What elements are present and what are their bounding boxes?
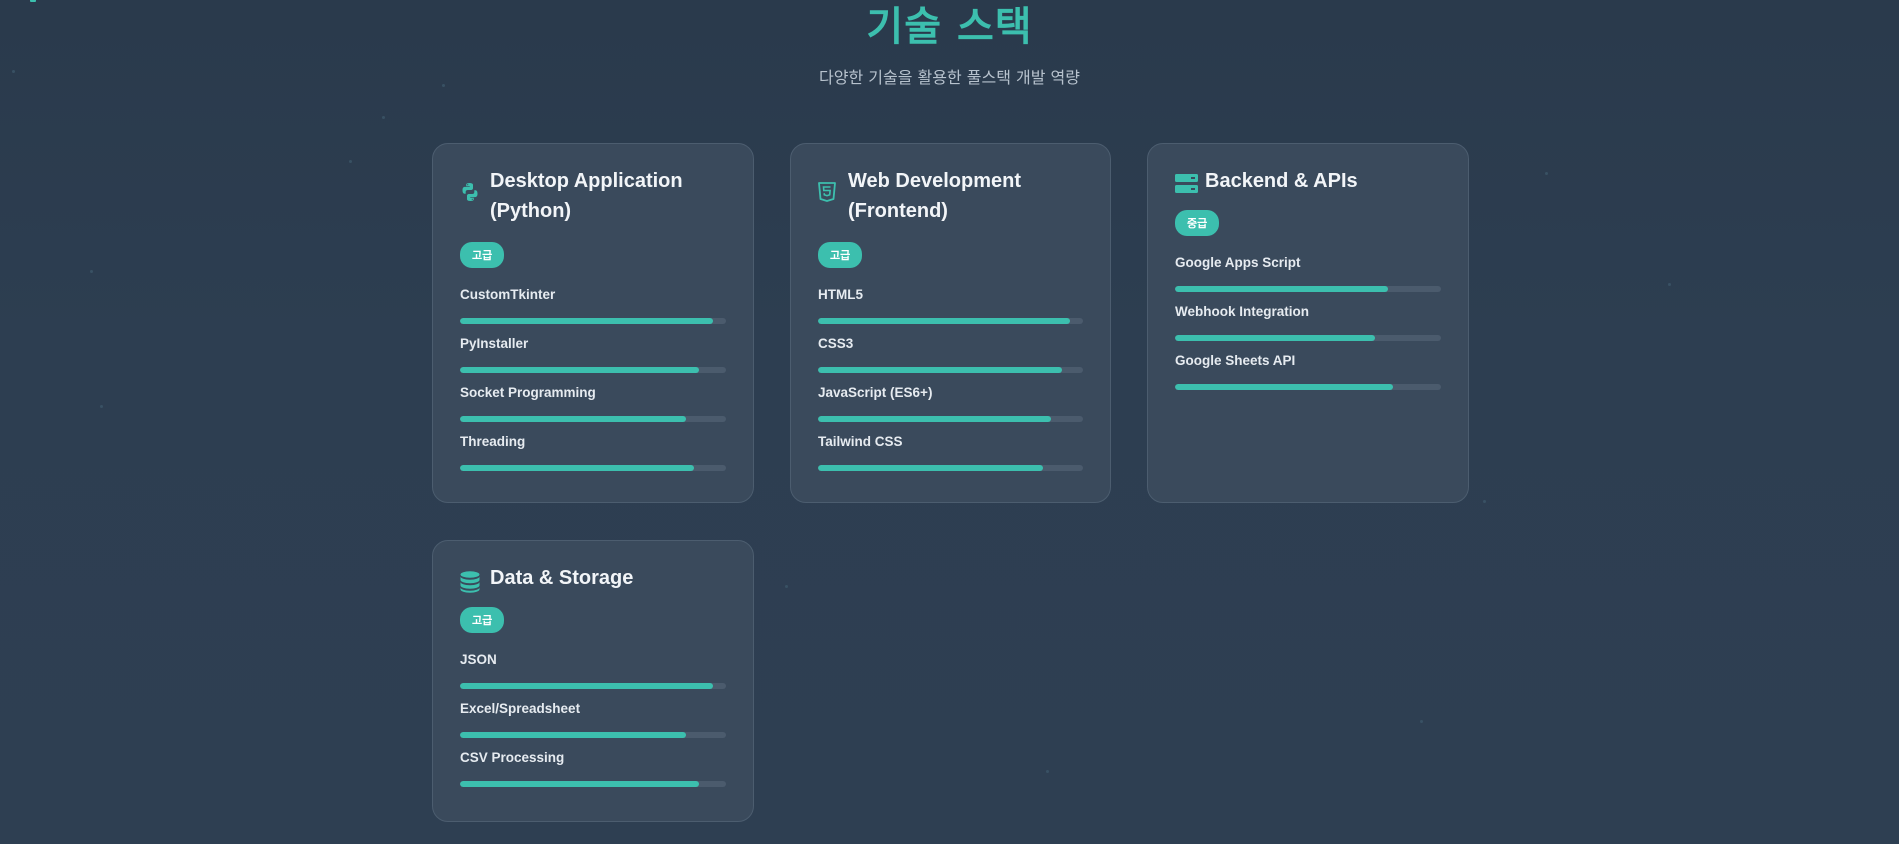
- level-badge: 중급: [1175, 210, 1220, 236]
- skill-item: HTML5: [818, 286, 1083, 335]
- skill-item: CSV Processing: [460, 749, 726, 798]
- skill-item: CustomTkinter: [460, 286, 726, 335]
- skill-item: Excel/Spreadsheet: [460, 700, 726, 749]
- skill-name: Google Apps Script: [1175, 255, 1301, 270]
- skill-progress-fill: [818, 416, 1052, 422]
- skill-name: CSV Processing: [460, 750, 565, 765]
- skill-item: JavaScript (ES6+): [818, 384, 1083, 433]
- background-dot: [1668, 283, 1671, 286]
- skill-progress-fill: [460, 732, 687, 738]
- skill-progress-fill: [460, 318, 713, 324]
- skill-progress-bar: [460, 416, 726, 422]
- skill-name: JavaScript (ES6+): [818, 385, 933, 400]
- html5-icon: [818, 172, 840, 202]
- skill-progress-bar: [460, 367, 726, 373]
- skill-progress-bar: [1175, 286, 1441, 292]
- background-dot: [100, 405, 103, 408]
- section-title: 기술 스택: [866, 4, 1033, 50]
- skill-card-desktop: Desktop Application (Python) 고급 CustomTk…: [432, 143, 754, 503]
- skill-progress-fill: [1175, 384, 1394, 390]
- skill-progress-fill: [818, 367, 1062, 373]
- skill-card-backend: Backend & APIs 중급 Google Apps Script Web…: [1147, 143, 1469, 503]
- skill-progress-fill: [460, 683, 713, 689]
- skill-progress-bar: [460, 465, 726, 471]
- skill-item: CSS3: [818, 335, 1083, 384]
- background-dot: [349, 160, 352, 163]
- skill-progress-fill: [460, 367, 700, 373]
- skill-name: Socket Programming: [460, 385, 596, 400]
- skill-name: Webhook Integration: [1175, 304, 1309, 319]
- skill-item: Google Sheets API: [1175, 352, 1441, 401]
- skill-name: Google Sheets API: [1175, 353, 1296, 368]
- skill-progress-bar: [818, 318, 1083, 324]
- skill-name: Excel/Spreadsheet: [460, 701, 581, 716]
- skill-progress-fill: [818, 465, 1044, 471]
- card-title: Backend & APIs: [1205, 170, 1358, 192]
- background-dot: [382, 116, 385, 119]
- skill-progress-fill: [460, 465, 695, 471]
- skill-progress-bar: [1175, 335, 1441, 341]
- skill-item: Tailwind CSS: [818, 433, 1083, 482]
- background-dot: [1046, 770, 1049, 773]
- skill-progress-bar: [818, 465, 1083, 471]
- skill-item: Threading: [460, 433, 726, 482]
- server-icon: [1175, 172, 1198, 194]
- skill-item: Google Apps Script: [1175, 254, 1441, 303]
- background-dot: [1545, 172, 1548, 175]
- skill-name: Tailwind CSS: [818, 434, 903, 449]
- skill-progress-bar: [818, 367, 1083, 373]
- database-icon: [460, 569, 482, 593]
- skill-progress-bar: [460, 683, 726, 689]
- card-title: Data & Storage: [490, 567, 634, 589]
- skill-name: HTML5: [818, 287, 863, 302]
- level-badge: 고급: [460, 242, 505, 268]
- skill-name: CustomTkinter: [460, 287, 556, 302]
- skill-card-web: Web Development (Frontend) 고급 HTML5 CSS3…: [790, 143, 1111, 503]
- level-badge: 고급: [818, 242, 863, 268]
- skill-progress-fill: [460, 781, 700, 787]
- skill-progress-fill: [1175, 335, 1375, 341]
- skill-card-data: Data & Storage 고급 JSON Excel/Spreadsheet…: [432, 540, 754, 822]
- skill-progress-bar: [818, 416, 1083, 422]
- background-dot: [785, 585, 788, 588]
- skill-item: Webhook Integration: [1175, 303, 1441, 352]
- skill-progress-bar: [460, 732, 726, 738]
- skill-progress-bar: [460, 781, 726, 787]
- background-dot: [1483, 500, 1486, 503]
- section-subtitle: 다양한 기술을 활용한 풀스택 개발 역량: [819, 68, 1080, 87]
- skill-name: CSS3: [818, 336, 854, 351]
- level-badge: 고급: [460, 607, 505, 633]
- python-icon: [460, 172, 482, 201]
- background-dot: [90, 270, 93, 273]
- skill-name: JSON: [460, 652, 497, 667]
- skill-progress-bar: [1175, 384, 1441, 390]
- skill-progress-fill: [460, 416, 687, 422]
- skill-name: Threading: [460, 434, 526, 449]
- skill-progress-fill: [1175, 286, 1388, 292]
- card-title: Web Development (Frontend): [848, 170, 1021, 222]
- skill-item: Socket Programming: [460, 384, 726, 433]
- skill-item: JSON: [460, 651, 726, 700]
- background-dot: [1420, 720, 1423, 723]
- skill-item: PyInstaller: [460, 335, 726, 384]
- skill-progress-bar: [460, 318, 726, 324]
- skill-progress-fill: [818, 318, 1070, 324]
- skill-name: PyInstaller: [460, 336, 529, 351]
- card-title: Desktop Application (Python): [490, 170, 683, 222]
